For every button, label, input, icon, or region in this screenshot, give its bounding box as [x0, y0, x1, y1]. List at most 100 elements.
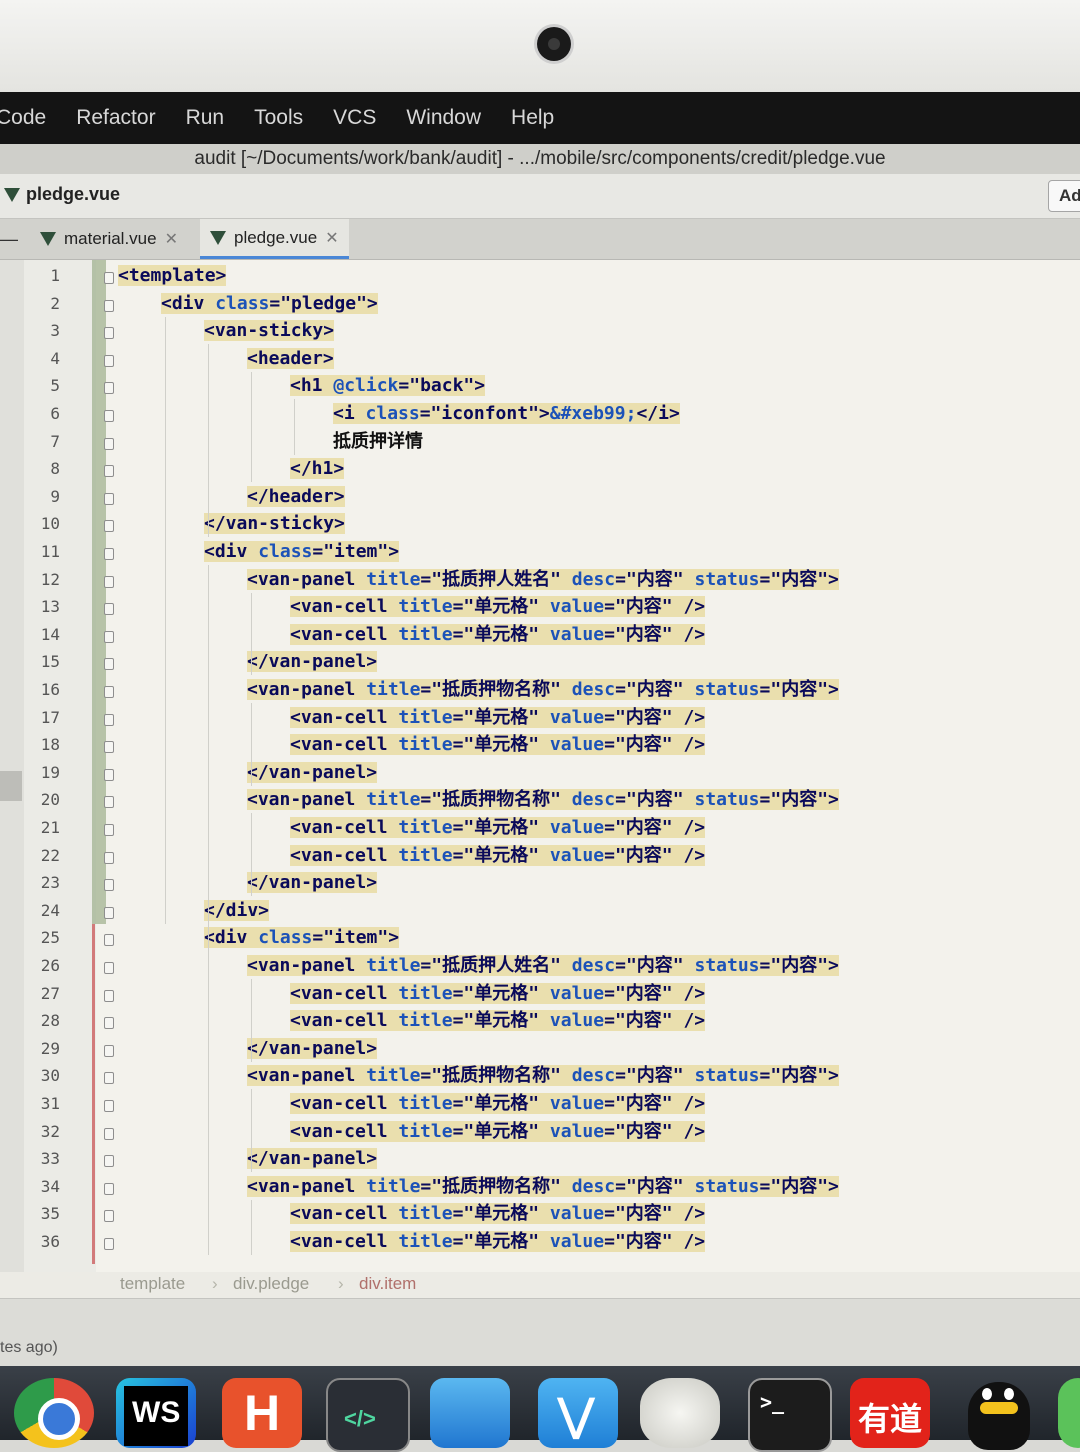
- fold-icon[interactable]: [104, 686, 114, 698]
- code-line[interactable]: <van-cell title="单元格" value="内容" />: [290, 1119, 706, 1145]
- code-line[interactable]: </div>: [204, 898, 270, 924]
- code-line[interactable]: </van-panel>: [247, 1146, 378, 1172]
- menu-help[interactable]: Help: [511, 106, 554, 130]
- fold-icon[interactable]: [104, 1127, 114, 1140]
- fold-icon[interactable]: [104, 824, 114, 836]
- fold-icon[interactable]: [104, 934, 114, 947]
- menu-refactor[interactable]: Refactor: [76, 106, 155, 130]
- collapse-icon[interactable]: —: [0, 229, 18, 250]
- code-line[interactable]: <van-panel title="抵质押物名称" desc="内容" stat…: [247, 1174, 839, 1200]
- fold-icon[interactable]: [104, 906, 114, 919]
- fold-icon[interactable]: [104, 575, 114, 588]
- menu-window[interactable]: Window: [406, 106, 481, 130]
- code-line[interactable]: <van-panel title="抵质押人姓名" desc="内容" stat…: [247, 567, 839, 593]
- close-icon[interactable]: ✕: [165, 229, 178, 249]
- code-line[interactable]: <h1 @click="back">: [290, 373, 486, 399]
- code-line[interactable]: </h1>: [290, 456, 345, 482]
- code-line[interactable]: <i class="iconfont">&#xeb99;</i>: [333, 401, 680, 427]
- close-icon[interactable]: ✕: [325, 228, 338, 248]
- xcode-icon[interactable]: [430, 1378, 510, 1448]
- code-line[interactable]: <div class="item">: [204, 539, 400, 565]
- fold-icon[interactable]: [104, 768, 114, 781]
- code-line[interactable]: </van-panel>: [247, 870, 378, 896]
- code-line[interactable]: <van-cell title="单元格" value="内容" />: [290, 1091, 706, 1117]
- code-line[interactable]: <van-cell title="单元格" value="内容" />: [290, 981, 706, 1007]
- fold-icon[interactable]: [104, 548, 114, 560]
- code-editor[interactable]: 1 <template> 2 <div class="pledge"> 3 <van-st…: [0, 260, 1080, 1272]
- menu-run[interactable]: Run: [186, 106, 225, 130]
- fold-icon[interactable]: [104, 492, 114, 505]
- vcs-change-marker[interactable]: [92, 924, 95, 1264]
- fold-icon[interactable]: [104, 1238, 114, 1250]
- chrome-icon[interactable]: [14, 1378, 94, 1448]
- pitcher-app-icon[interactable]: [640, 1378, 720, 1448]
- fold-icon[interactable]: [104, 741, 114, 754]
- fold-icon[interactable]: [104, 796, 114, 809]
- fold-icon[interactable]: [104, 713, 114, 726]
- terminal-icon[interactable]: >_: [748, 1378, 832, 1452]
- fold-icon[interactable]: [104, 327, 114, 340]
- code-line[interactable]: </van-panel>: [247, 760, 378, 786]
- code-line[interactable]: </van-panel>: [247, 649, 378, 675]
- fold-icon[interactable]: [104, 1100, 114, 1112]
- code-line[interactable]: </header>: [247, 484, 345, 510]
- code-line[interactable]: <van-panel title="抵质押物名称" desc="内容" stat…: [247, 677, 839, 703]
- tab-pledge-vue[interactable]: pledge.vue ✕: [200, 219, 349, 259]
- fold-icon[interactable]: [104, 437, 114, 450]
- fold-icon[interactable]: [104, 603, 114, 616]
- fold-icon[interactable]: [104, 520, 114, 533]
- fold-icon[interactable]: [104, 630, 114, 643]
- code-line[interactable]: </van-sticky>: [204, 511, 345, 537]
- code-line[interactable]: <van-cell title="单元格" value="内容" />: [290, 594, 706, 620]
- fold-icon[interactable]: [104, 354, 114, 367]
- hbuilder-icon[interactable]: H: [222, 1378, 302, 1448]
- menu-code[interactable]: Code: [0, 106, 46, 130]
- fold-icon[interactable]: [104, 272, 114, 284]
- code-line[interactable]: <van-cell title="单元格" value="内容" />: [290, 705, 706, 731]
- breadcrumb-item[interactable]: div.pledge: [233, 1274, 309, 1294]
- fold-icon[interactable]: [104, 851, 114, 864]
- code-line[interactable]: <van-sticky>: [204, 318, 335, 344]
- fold-icon[interactable]: [104, 1182, 114, 1195]
- code-line[interactable]: 抵质押详情: [333, 429, 423, 455]
- youdao-icon[interactable]: 有道: [850, 1378, 930, 1448]
- fold-icon[interactable]: [104, 465, 114, 478]
- fold-icon[interactable]: [104, 1017, 114, 1030]
- code-line[interactable]: <div class="item">: [204, 925, 400, 951]
- fold-icon[interactable]: [104, 1044, 114, 1057]
- breadcrumb-item[interactable]: template: [120, 1274, 185, 1294]
- fold-icon[interactable]: [104, 1155, 114, 1168]
- code-line[interactable]: <van-panel title="抵质押人姓名" desc="内容" stat…: [247, 953, 839, 979]
- qq-icon[interactable]: [962, 1378, 1042, 1450]
- code-line[interactable]: <template>: [118, 263, 227, 289]
- code-line[interactable]: <van-cell title="单元格" value="内容" />: [290, 732, 706, 758]
- code-line[interactable]: <van-cell title="单元格" value="内容" />: [290, 815, 706, 841]
- code-line[interactable]: </van-panel>: [247, 1036, 378, 1062]
- fold-icon[interactable]: [104, 658, 114, 671]
- fold-icon[interactable]: [104, 962, 114, 974]
- code-line[interactable]: <header>: [247, 346, 334, 372]
- nav-file-crumb[interactable]: pledge.vue: [4, 184, 120, 205]
- code-editor-icon[interactable]: </>: [326, 1378, 410, 1452]
- code-line[interactable]: <van-cell title="单元格" value="内容" />: [290, 1229, 706, 1255]
- fold-icon[interactable]: [104, 1210, 114, 1223]
- code-line[interactable]: <van-cell title="单元格" value="内容" />: [290, 843, 706, 869]
- menu-tools[interactable]: Tools: [254, 106, 303, 130]
- vscode-icon[interactable]: ⋁: [538, 1378, 618, 1448]
- fold-icon[interactable]: [104, 1072, 114, 1085]
- code-line[interactable]: <van-cell title="单元格" value="内容" />: [290, 1201, 706, 1227]
- menu-vcs[interactable]: VCS: [333, 106, 376, 130]
- wechat-icon[interactable]: [1058, 1378, 1080, 1448]
- fold-icon[interactable]: [104, 989, 114, 1002]
- add-configuration-button[interactable]: Ad: [1048, 180, 1080, 212]
- code-line[interactable]: <div class="pledge">: [161, 291, 378, 317]
- code-line[interactable]: <van-panel title="抵质押物名称" desc="内容" stat…: [247, 787, 839, 813]
- tab-material-vue[interactable]: material.vue ✕: [30, 219, 188, 259]
- fold-icon[interactable]: [104, 299, 114, 312]
- breadcrumb-item[interactable]: div.item: [359, 1274, 416, 1294]
- code-line[interactable]: <van-cell title="单元格" value="内容" />: [290, 622, 706, 648]
- fold-icon[interactable]: [104, 382, 114, 395]
- fold-icon[interactable]: [104, 879, 114, 892]
- code-line[interactable]: <van-cell title="单元格" value="内容" />: [290, 1008, 706, 1034]
- fold-icon[interactable]: [104, 410, 114, 422]
